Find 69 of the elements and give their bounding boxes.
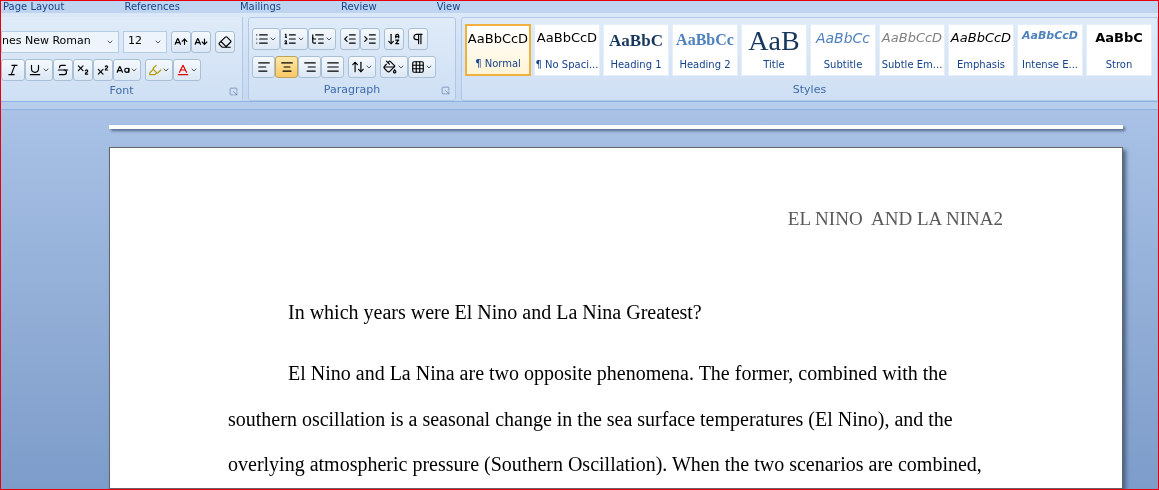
outdent-icon — [343, 31, 357, 46]
shrink-font-button[interactable] — [191, 30, 211, 53]
style-gallery-item[interactable]: AaBbCcD Emphasis — [948, 23, 1014, 76]
superscript-icon — [96, 62, 110, 77]
highlighter-icon — [148, 62, 162, 77]
superscript-button[interactable] — [93, 58, 113, 81]
strikethrough-icon — [56, 62, 70, 77]
align-icon — [256, 59, 271, 74]
italic-icon — [6, 62, 20, 77]
strikethrough-button[interactable] — [53, 58, 73, 81]
font-name-field[interactable]: nes New Roman — [1, 30, 119, 53]
question-text: In which years were El Nino and La Nina Greatest? — [287, 300, 703, 326]
align-button[interactable] — [252, 55, 275, 78]
italic-button[interactable] — [1, 58, 25, 81]
style-gallery-item[interactable]: AaBbCc Heading 2 — [672, 23, 738, 76]
font-color-icon — [176, 62, 190, 77]
align-button[interactable] — [321, 55, 344, 78]
align-button[interactable] — [275, 55, 298, 78]
multilevel-list-icon — [311, 31, 325, 46]
style-gallery-item[interactable]: AaB Title — [741, 23, 807, 76]
style-gallery-item[interactable]: AaBbCcD ¶ No Spaci... — [534, 23, 600, 76]
font-size-field[interactable]: 12 — [123, 30, 167, 53]
numbering-button[interactable] — [280, 27, 308, 50]
style-gallery-item[interactable]: AaBbCcD Subtle Em... — [879, 23, 945, 76]
numbered-list-icon — [283, 31, 297, 46]
bulleted-list-icon — [255, 31, 269, 46]
sort-icon — [387, 31, 401, 46]
paint-bucket-icon — [383, 59, 397, 74]
ribbon-tab[interactable]: Mailings — [239, 1, 281, 13]
multilevel-list-button[interactable] — [308, 27, 336, 50]
body-paragraph: El Nino and La Nina are two opposite phenomena. The former, combined with the southern oscillation is a seasonal change in the sea surface temperatures (El Nino), and the overlying atmospheric pressure (Southern Oscillation). When the two scenarios are combined, — [228, 361, 983, 478]
font-color-button[interactable] — [173, 58, 201, 81]
clear-formatting-button[interactable] — [215, 30, 235, 53]
change-case-button[interactable] — [113, 58, 141, 81]
subscript-button[interactable] — [73, 58, 93, 81]
shading-button[interactable] — [380, 55, 408, 78]
style-gallery-item[interactable]: AaBbCcD ¶ Normal — [465, 23, 531, 76]
pilcrow-icon — [411, 31, 425, 46]
line-spacing-icon — [351, 59, 365, 74]
style-gallery-item[interactable]: AaBbC Stron — [1086, 23, 1152, 76]
ribbon-tab[interactable]: References — [124, 1, 180, 13]
decrease-indent-button[interactable] — [340, 27, 360, 50]
ribbon-tab[interactable]: Page Layout — [3, 1, 65, 13]
increase-indent-button[interactable] — [360, 27, 380, 50]
line-spacing-button[interactable] — [348, 55, 376, 78]
group-label: Font — [109, 82, 134, 99]
borders-button[interactable] — [408, 55, 436, 78]
grid-icon — [411, 59, 425, 74]
page-header: EL NINO AND LA NINA2 — [787, 207, 1003, 232]
subscript-icon — [76, 62, 90, 77]
bullets-button[interactable] — [252, 27, 280, 50]
style-gallery-item[interactable]: AaBbCc Subtitle — [810, 23, 876, 76]
ribbon-tab[interactable]: View — [436, 1, 461, 13]
group-label: Styles — [792, 82, 827, 99]
style-gallery-item[interactable]: AaBbC Heading 1 — [603, 23, 669, 76]
show-marks-button[interactable] — [408, 27, 428, 50]
style-gallery-item[interactable]: AaBbCcD Intense E... — [1017, 23, 1083, 76]
indent-icon — [363, 31, 377, 46]
align-icon — [302, 59, 317, 74]
group-label: Paragraph — [323, 81, 381, 98]
sort-button[interactable] — [384, 27, 404, 50]
align-icon — [279, 59, 294, 74]
underline-icon — [28, 62, 42, 77]
underline-button[interactable] — [25, 58, 53, 81]
align-button[interactable] — [298, 55, 321, 78]
grow-font-button[interactable] — [171, 30, 191, 53]
ribbon-tab[interactable]: Review — [340, 1, 377, 13]
eraser-icon — [218, 34, 232, 49]
align-icon — [325, 59, 340, 74]
